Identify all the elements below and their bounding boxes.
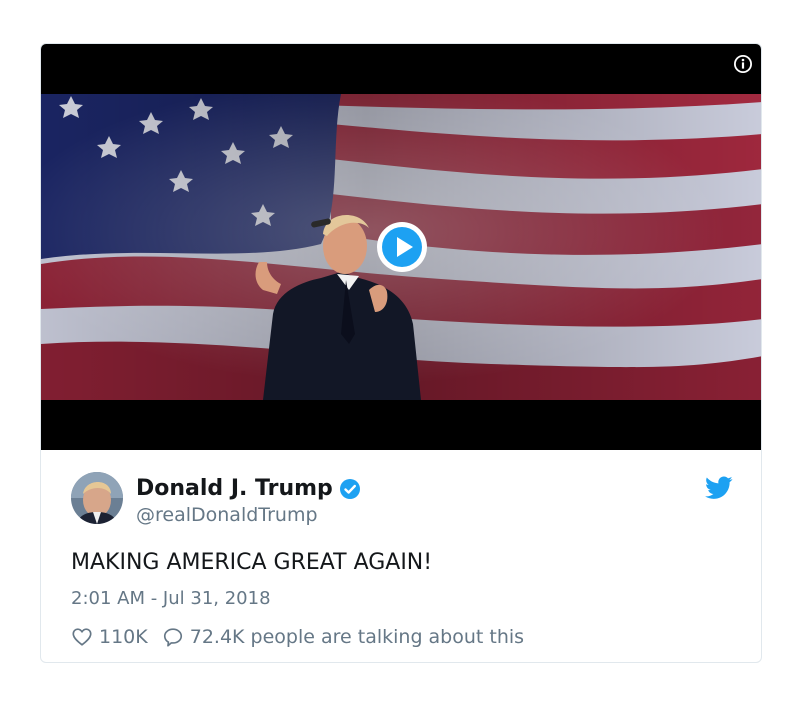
tweet-body: Donald J. Trump @realDonaldTrump MAKING … <box>41 450 761 662</box>
embedded-tweet-card: Donald J. Trump @realDonaldTrump MAKING … <box>40 43 762 663</box>
comment-icon[interactable] <box>162 626 184 648</box>
author-name[interactable]: Donald J. Trump <box>136 476 333 501</box>
tweet-text: MAKING AMERICA GREAT AGAIN! <box>71 550 433 575</box>
author-handle[interactable]: @realDonaldTrump <box>136 504 318 526</box>
like-count[interactable]: 110K <box>99 626 148 648</box>
talking-count[interactable]: 72.4K people are talking about this <box>190 626 524 648</box>
play-icon[interactable] <box>376 221 428 273</box>
info-icon[interactable] <box>733 54 753 74</box>
avatar[interactable] <box>71 472 123 524</box>
heart-icon[interactable] <box>71 626 93 648</box>
author-name-row[interactable]: Donald J. Trump <box>136 476 361 501</box>
tweet-timestamp[interactable]: 2:01 AM - Jul 31, 2018 <box>71 588 271 609</box>
video-media[interactable] <box>41 44 761 450</box>
twitter-bird-icon[interactable] <box>705 476 733 500</box>
tweet-actions: 110K 72.4K people are talking about this <box>71 626 524 648</box>
verified-badge-icon <box>339 478 360 499</box>
